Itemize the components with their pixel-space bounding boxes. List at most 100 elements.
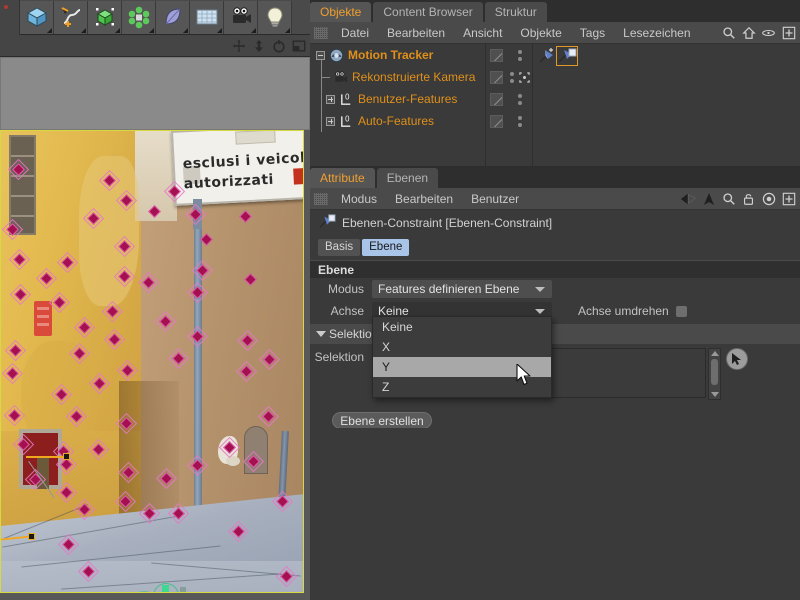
scrollbar-thumb[interactable]	[711, 359, 718, 385]
menu-objekte[interactable]: Objekte	[511, 22, 570, 44]
attribute-manager-empty-area	[310, 428, 800, 600]
selection-list-scrollbar[interactable]	[708, 348, 721, 400]
tree-expander-icon[interactable]	[326, 94, 335, 104]
dropdown-option-keine[interactable]: Keine	[373, 317, 551, 337]
visibility-dot-editor[interactable]	[517, 115, 522, 120]
menu-datei[interactable]: Datei	[332, 22, 378, 44]
object-row-motion-tracker[interactable]: Motion Tracker	[310, 44, 485, 66]
tree-expander-icon[interactable]	[316, 50, 325, 60]
axis-gizmo[interactable]	[131, 583, 186, 592]
menu-benutzer[interactable]: Benutzer	[462, 188, 528, 210]
tab-attribute[interactable]: Attribute	[310, 168, 375, 188]
tool-expand-corner[interactable]	[285, 27, 290, 33]
light-tool[interactable]	[258, 0, 292, 34]
dropdown-option-x[interactable]: X	[373, 337, 551, 357]
tab-ebenen[interactable]: Ebenen	[376, 168, 439, 188]
panel-grip-icon[interactable]	[314, 192, 328, 205]
tool-expand-corner[interactable]	[251, 27, 256, 33]
tool-expand-corner[interactable]	[183, 27, 188, 33]
move-icon[interactable]	[231, 38, 246, 53]
tab-content-browser[interactable]: Content Browser	[373, 2, 483, 22]
menu-bearbeiten[interactable]: Bearbeiten	[378, 22, 454, 44]
scene-floor-tool[interactable]	[190, 0, 224, 34]
mograph-tool[interactable]	[122, 0, 156, 34]
nurbs-generator-tool[interactable]	[88, 0, 122, 34]
mouse-cursor	[516, 363, 533, 390]
tree-expander-icon[interactable]	[326, 116, 335, 126]
constraint-key[interactable]	[63, 453, 70, 460]
tab-objekte[interactable]: Objekte	[310, 2, 372, 22]
achse-label: Achse	[330, 304, 364, 318]
tool-expand-corner[interactable]	[115, 27, 120, 33]
attribute-manager-tabs: Attribute Ebenen	[310, 166, 800, 188]
chevron-down-icon[interactable]	[316, 331, 326, 337]
attribute-section-header: Ebene	[310, 260, 800, 278]
visibility-dot-render[interactable]	[509, 78, 514, 83]
home-icon[interactable]	[740, 24, 757, 41]
menu-lesezeichen[interactable]: Lesezeichen	[614, 22, 699, 44]
section-title: Ebene	[318, 262, 355, 277]
eye-icon[interactable]	[760, 24, 777, 41]
menu-modus[interactable]: Modus	[332, 188, 386, 210]
plus-icon[interactable]	[780, 190, 797, 207]
tool-expand-corner[interactable]	[47, 27, 52, 33]
tag-column[interactable]	[532, 44, 800, 166]
up-arrow-icon[interactable]	[700, 190, 717, 207]
features-icon: 0	[338, 113, 354, 129]
road-sign: esclusi i veicoli autorizzati	[171, 131, 303, 206]
object-row-benutzer-features[interactable]: 0 Benutzer-Features	[310, 88, 485, 110]
modus-dropdown[interactable]: Features definieren Ebene	[372, 280, 552, 298]
panel-grip-icon[interactable]	[314, 26, 328, 39]
lock-icon[interactable]	[740, 190, 757, 207]
object-row-auto-features[interactable]: 0 Auto-Features	[310, 110, 485, 132]
menu-ansicht[interactable]: Ansicht	[454, 22, 511, 44]
achse-umdrehen-checkbox[interactable]	[675, 305, 687, 317]
subtab-basis[interactable]: Basis	[318, 238, 361, 256]
visibility-toggle[interactable]	[490, 70, 503, 84]
deformer-tool[interactable]	[156, 0, 190, 34]
rotate-icon[interactable]	[271, 38, 286, 53]
search-icon[interactable]	[720, 24, 737, 41]
search-icon[interactable]	[720, 190, 737, 207]
visibility-dot-editor[interactable]	[517, 49, 522, 54]
tool-expand-corner[interactable]	[149, 27, 154, 33]
tool-expand-corner[interactable]	[217, 27, 222, 33]
target-icon[interactable]	[760, 190, 777, 207]
scroll-down-arrow-icon[interactable]	[711, 392, 719, 397]
tab-struktur[interactable]: Struktur	[484, 2, 547, 22]
ebenen-constraint-tag[interactable]	[556, 46, 578, 66]
tool-expand-corner[interactable]	[81, 27, 86, 33]
camera-tool[interactable]	[224, 0, 258, 34]
primitive-cube-tool[interactable]	[20, 0, 54, 34]
visibility-toggle[interactable]	[490, 114, 503, 128]
viewport-header	[0, 35, 310, 57]
pick-object-cursor-icon[interactable]	[726, 348, 748, 370]
right-panel-column: Objekte Content Browser Struktur Datei B…	[310, 0, 800, 600]
scale-icon[interactable]	[251, 38, 266, 53]
object-tree[interactable]: Motion Tracker Rekonstruierte Kamera 0 B…	[310, 44, 485, 166]
visibility-dot-render[interactable]	[517, 100, 522, 105]
scroll-up-arrow-icon[interactable]	[711, 351, 719, 356]
view-layout-icon[interactable]	[291, 38, 306, 53]
visibility-dot-render[interactable]	[517, 56, 522, 61]
visibility-toggle[interactable]	[490, 92, 503, 106]
menu-bearbeiten[interactable]: Bearbeiten	[386, 188, 462, 210]
motion-tracker-tag[interactable]	[537, 47, 557, 68]
subtab-ebene[interactable]: Ebene	[362, 238, 410, 256]
spline-pen-tool[interactable]	[54, 0, 88, 34]
visibility-toggle[interactable]	[490, 48, 503, 62]
visibility-dot-editor[interactable]	[517, 93, 522, 98]
constraint-key[interactable]	[28, 533, 35, 540]
ebene-erstellen-button[interactable]: Ebene erstellen	[332, 412, 432, 429]
object-row-rekonstruierte-kamera[interactable]: Rekonstruierte Kamera	[310, 66, 485, 88]
viewport-footage[interactable]: esclusi i veicoli autorizzati	[0, 130, 304, 593]
menu-tags[interactable]: Tags	[571, 22, 614, 44]
visibility-dot-render[interactable]	[517, 122, 522, 127]
viewport-empty-area[interactable]	[0, 57, 310, 130]
features-icon: 0	[338, 91, 354, 107]
visibility-dot-editor[interactable]	[509, 71, 514, 76]
plus-icon[interactable]	[780, 24, 797, 41]
main-toolbar	[0, 0, 310, 35]
back-arrow-icon[interactable]	[680, 190, 697, 207]
record-dot-icon	[4, 4, 8, 9]
